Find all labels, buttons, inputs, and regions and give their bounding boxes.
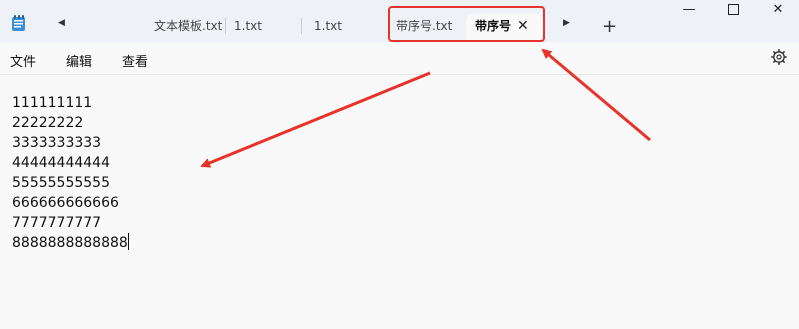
text-line-last: 8888888888888 [12, 233, 129, 253]
tab-1[interactable]: 文本模板.txt [154, 14, 222, 42]
tab-label: 1.txt [314, 19, 342, 33]
maximize-glyph [727, 4, 739, 15]
tab-label: 文本模板.txt [154, 19, 223, 33]
text-line: 44444444444 [12, 155, 110, 171]
tab-divider [301, 18, 302, 34]
editor-content: 111111111 22222222 3333333333 4444444444… [12, 93, 129, 253]
text-editor[interactable]: 111111111 22222222 3333333333 4444444444… [0, 75, 799, 329]
tab-divider [225, 18, 226, 34]
window-close-icon[interactable]: ✕ [768, 2, 788, 17]
text-line: 666666666666 [12, 195, 119, 211]
tab-3[interactable]: 1.txt [314, 14, 342, 42]
annotation-box [388, 6, 545, 42]
text-caret [127, 233, 129, 250]
maximize-icon[interactable] [723, 4, 743, 19]
plus-icon[interactable]: + [602, 16, 617, 37]
menu-file[interactable]: 文件 [10, 51, 36, 70]
menu-edit[interactable]: 编辑 [66, 51, 92, 70]
text-line: 7777777777 [12, 215, 102, 231]
scroll-right-icon[interactable]: ▶ [563, 18, 570, 28]
text-line-value: 8888888888888 [12, 235, 128, 251]
gear-icon[interactable] [771, 49, 787, 65]
title-bar: ◀ 文本模板.txt 1.txt 1.txt 带序号.txt 带序号 ✕ ▶ +… [0, 0, 799, 42]
minimize-icon[interactable]: — [679, 2, 699, 17]
tab-label: 1.txt [234, 19, 262, 33]
text-line: 111111111 [12, 95, 93, 111]
tab-2[interactable]: 1.txt [234, 14, 262, 42]
text-line: 55555555555 [12, 175, 110, 191]
notepad-icon [12, 15, 25, 31]
text-line: 22222222 [12, 115, 84, 131]
menu-bar: 文件 编辑 查看 [0, 42, 799, 75]
scroll-left-icon[interactable]: ◀ [58, 18, 65, 28]
menu-view[interactable]: 查看 [122, 51, 148, 70]
text-line: 3333333333 [12, 135, 102, 151]
